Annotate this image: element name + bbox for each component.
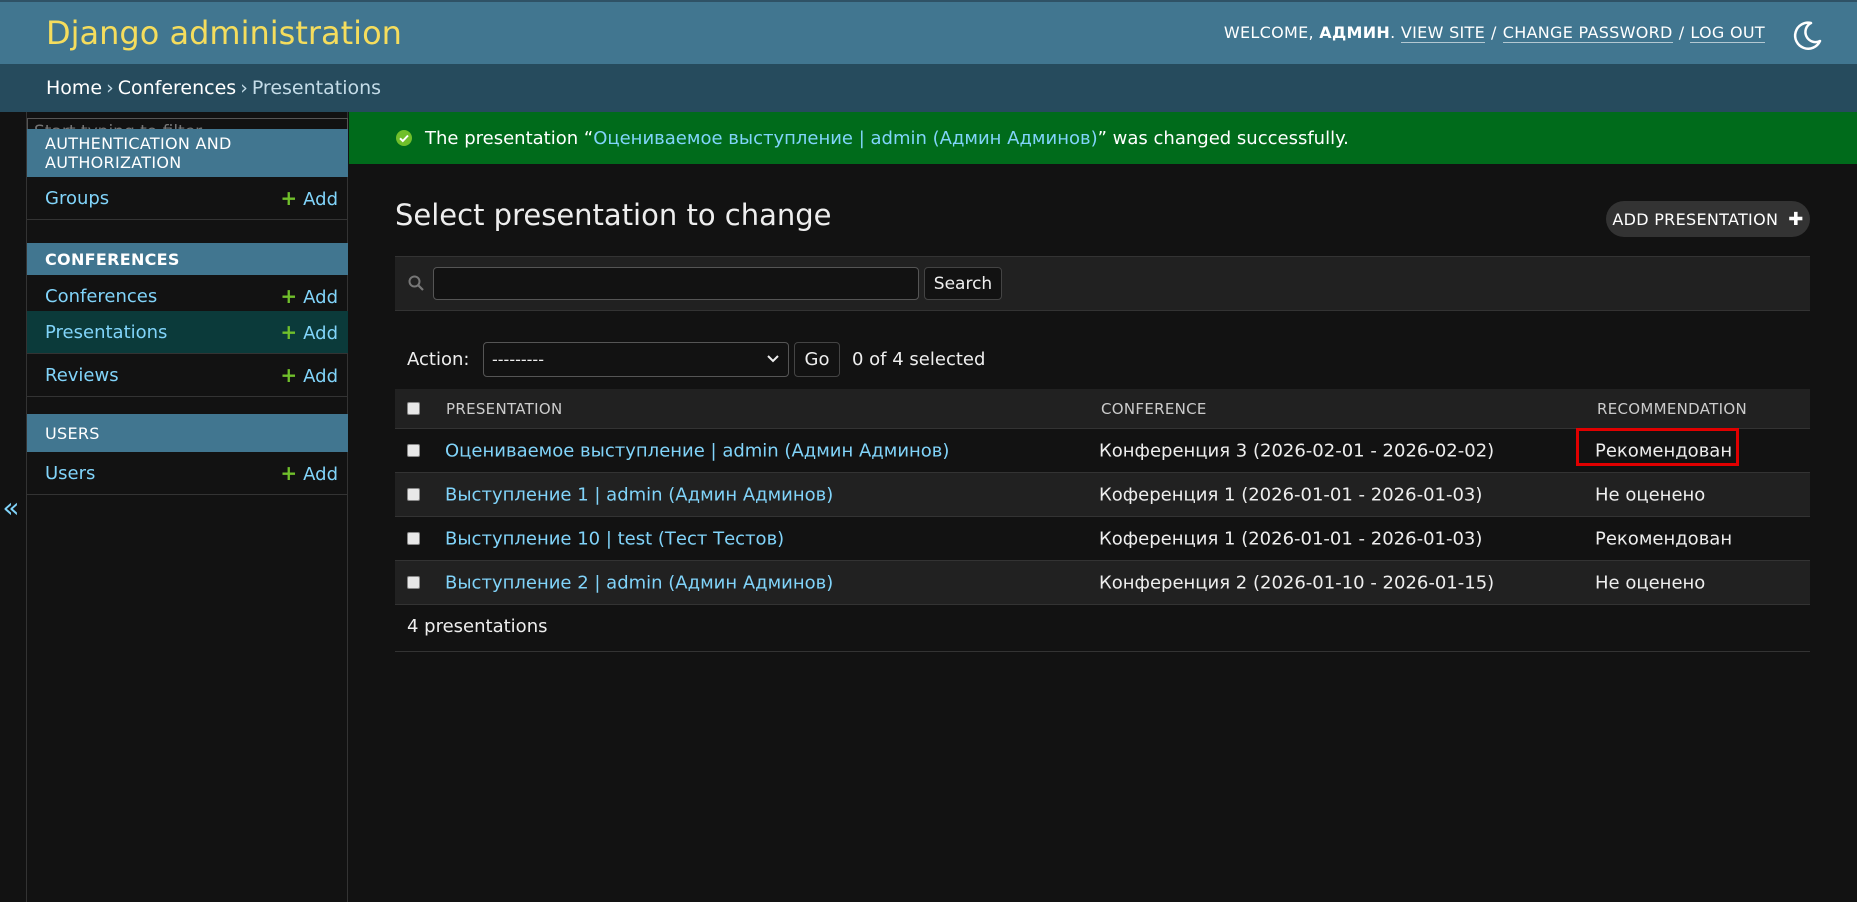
- plus-icon: +: [280, 186, 298, 210]
- welcome-text: WELCOME,: [1223, 23, 1320, 42]
- search-icon: [408, 275, 424, 291]
- add-presentation-label: ADD PRESENTATION: [1612, 209, 1779, 229]
- selected-count: 0 of 4 selected: [852, 349, 986, 370]
- table-row: Выступление 2 | admin (Админ Админов) Ко…: [395, 561, 1810, 605]
- result-table: PRESENTATION CONFERENCE RECOMMENDATION О…: [395, 389, 1810, 605]
- go-button[interactable]: Go: [794, 342, 840, 377]
- plus-icon: +: [280, 363, 298, 387]
- welcome-suffix: .: [1390, 23, 1401, 42]
- breadcrumb: Home › Conferences › Presentations: [0, 64, 1857, 112]
- table-header: PRESENTATION CONFERENCE RECOMMENDATION: [395, 389, 1810, 429]
- row-checkbox[interactable]: [407, 575, 420, 589]
- search-input[interactable]: [433, 267, 919, 300]
- conference-cell: Конференция 3 (2026-02-01 - 2026-02-02): [1099, 440, 1495, 461]
- action-label: Action:: [407, 349, 470, 370]
- search-toolbar: Search: [395, 256, 1810, 311]
- add-label: Add: [303, 189, 338, 210]
- sidebar-item-label[interactable]: Users: [45, 463, 95, 484]
- message-suffix: ” was changed successfully.: [1097, 127, 1349, 149]
- module-caption-auth[interactable]: AUTHENTICATION AND AUTHORIZATION: [27, 129, 348, 177]
- select-all-checkbox[interactable]: [407, 401, 420, 415]
- result-count: 4 presentations: [407, 616, 548, 637]
- add-label: Add: [303, 464, 338, 485]
- sidebar-item-groups: Groups + Add: [27, 177, 348, 220]
- log-out-link[interactable]: LOG OUT: [1690, 23, 1765, 43]
- add-user-link[interactable]: + Add: [280, 461, 338, 485]
- plus-icon: +: [280, 284, 298, 308]
- presentation-link[interactable]: Выступление 1 | admin (Админ Админов): [445, 484, 833, 505]
- message-object-link[interactable]: Оцениваемое выступление | admin (Админ А…: [593, 128, 1097, 149]
- recommendation-cell: Не оценено: [1595, 484, 1706, 505]
- sidebar-item-presentations: Presentations + Add: [27, 311, 348, 354]
- page-title: Select presentation to change: [395, 198, 832, 232]
- theme-toggle-button[interactable]: [1791, 20, 1823, 52]
- chevron-down-icon: [767, 355, 779, 363]
- action-select[interactable]: ---------: [483, 342, 789, 377]
- sidebar-item-label[interactable]: Presentations: [45, 322, 167, 343]
- add-label: Add: [303, 366, 338, 387]
- add-group-link[interactable]: + Add: [280, 186, 338, 210]
- sidebar-item-label[interactable]: Conferences: [45, 286, 157, 307]
- sidebar-item-users: Users + Add: [27, 452, 348, 495]
- recommendation-cell: Не оценено: [1595, 572, 1706, 593]
- site-title[interactable]: Django administration: [46, 14, 402, 52]
- column-header-recommendation[interactable]: RECOMMENDATION: [1597, 400, 1747, 418]
- module-caption-users[interactable]: USERS: [27, 414, 348, 452]
- add-label: Add: [303, 287, 338, 308]
- user-tools: WELCOME, АДМИН. VIEW SITE / CHANGE PASSWOR…: [1223, 23, 1765, 43]
- toggle-sidebar-button[interactable]: «: [0, 488, 22, 528]
- success-message: The presentation “Оцениваемое выступлени…: [349, 112, 1857, 164]
- username: АДМИН: [1319, 23, 1391, 42]
- add-presentation-link[interactable]: + Add: [280, 320, 338, 344]
- message-prefix: The presentation “: [425, 127, 594, 149]
- add-review-link[interactable]: + Add: [280, 363, 338, 387]
- paginator: 4 presentations: [395, 608, 1810, 652]
- separator: /: [1678, 23, 1685, 42]
- search-button[interactable]: Search: [924, 267, 1002, 300]
- column-header-presentation[interactable]: PRESENTATION: [446, 400, 562, 418]
- add-presentation-button[interactable]: ADD PRESENTATION ✚: [1606, 201, 1810, 237]
- presentation-link[interactable]: Оцениваемое выступление | admin (Админ А…: [445, 440, 949, 461]
- breadcrumb-home[interactable]: Home: [46, 77, 102, 99]
- plus-icon: +: [280, 320, 298, 344]
- column-header-conference[interactable]: CONFERENCE: [1101, 400, 1207, 418]
- highlight-box: [1576, 428, 1739, 466]
- separator: /: [1491, 23, 1497, 42]
- sidebar: AUTHENTICATION AND AUTHORIZATION Groups …: [26, 112, 348, 902]
- row-checkbox[interactable]: [407, 531, 420, 545]
- add-conference-link[interactable]: + Add: [280, 284, 338, 308]
- presentation-link[interactable]: Выступление 10 | test (Тест Тестов): [445, 528, 784, 549]
- sidebar-item-reviews: Reviews + Add: [27, 354, 348, 397]
- presentation-link[interactable]: Выступление 2 | admin (Админ Админов): [445, 572, 833, 593]
- breadcrumb-separator: ›: [106, 77, 114, 99]
- module-caption-conferences[interactable]: CONFERENCES: [27, 243, 348, 275]
- conference-cell: Коференция 1 (2026-01-01 - 2026-01-03): [1099, 528, 1483, 549]
- change-password-link[interactable]: CHANGE PASSWORD: [1502, 23, 1673, 43]
- action-selected-value: ---------: [492, 350, 544, 369]
- view-site-link[interactable]: VIEW SITE: [1400, 23, 1486, 43]
- row-checkbox[interactable]: [407, 487, 420, 501]
- breadcrumb-separator: ›: [240, 77, 248, 99]
- moon-icon: [1793, 21, 1822, 50]
- plus-icon: ✚: [1788, 208, 1804, 230]
- sidebar-item-label[interactable]: Groups: [45, 188, 109, 209]
- conference-cell: Конференция 2 (2026-01-10 - 2026-01-15): [1099, 572, 1495, 593]
- sidebar-item-label[interactable]: Reviews: [45, 365, 119, 386]
- check-circle-icon: [396, 130, 412, 146]
- table-row: Выступление 1 | admin (Админ Админов) Ко…: [395, 473, 1810, 517]
- recommendation-cell: Рекомендован: [1595, 528, 1733, 549]
- row-checkbox[interactable]: [407, 443, 420, 457]
- actions-bar: Action: --------- Go 0 of 4 selected: [395, 338, 1810, 378]
- breadcrumb-current: Presentations: [251, 77, 382, 99]
- table-row: Выступление 10 | test (Тест Тестов) Кофе…: [395, 517, 1810, 561]
- conference-cell: Коференция 1 (2026-01-01 - 2026-01-03): [1099, 484, 1483, 505]
- plus-icon: +: [280, 461, 298, 485]
- breadcrumb-conferences[interactable]: Conferences: [118, 77, 236, 99]
- double-chevron-left-icon: «: [2, 491, 20, 524]
- add-label: Add: [303, 323, 338, 344]
- header: Django administration WELCOME, АДМИН. VI…: [0, 0, 1857, 64]
